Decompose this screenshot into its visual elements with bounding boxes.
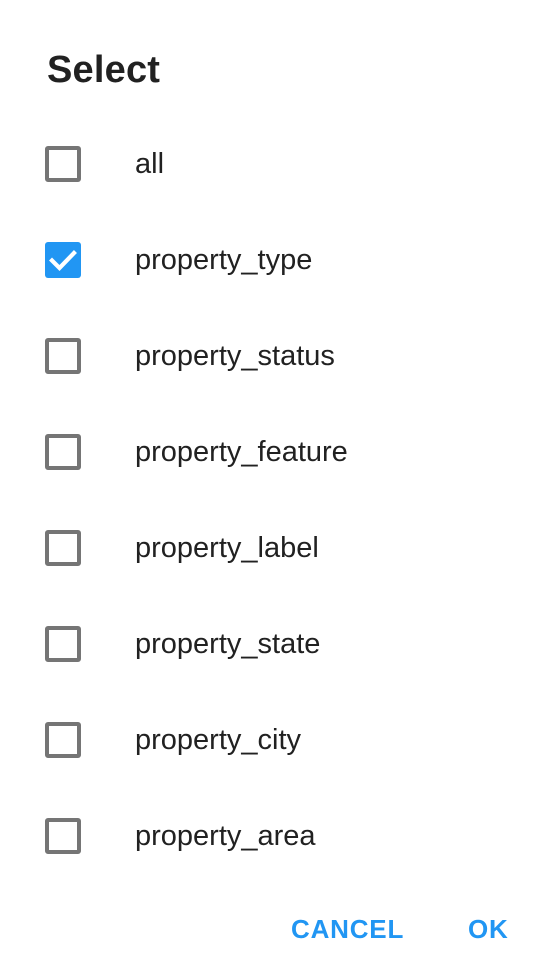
- option-item-property-label[interactable]: property_label: [0, 500, 557, 596]
- option-label: property_city: [135, 724, 302, 756]
- option-item-property-city[interactable]: property_city: [0, 692, 557, 788]
- dialog-actions: CANCEL OK: [0, 908, 557, 952]
- checkbox[interactable]: [45, 146, 81, 182]
- option-item-property-state[interactable]: property_state: [0, 596, 557, 692]
- ok-button[interactable]: OK: [468, 908, 509, 950]
- option-label: property_state: [135, 628, 321, 660]
- option-item-property-status[interactable]: property_status: [0, 308, 557, 404]
- select-dialog: Select all property_type property_status…: [0, 0, 557, 967]
- checkmark-icon: [49, 250, 77, 271]
- option-label: property_area: [135, 820, 316, 852]
- checkbox[interactable]: [45, 530, 81, 566]
- checkbox[interactable]: [45, 626, 81, 662]
- cancel-button[interactable]: CANCEL: [291, 908, 404, 950]
- option-label: property_status: [135, 340, 335, 372]
- checkbox[interactable]: [45, 818, 81, 854]
- checkbox[interactable]: [45, 434, 81, 470]
- option-label: all: [135, 148, 165, 180]
- checkbox[interactable]: [45, 242, 81, 278]
- option-label: property_feature: [135, 436, 348, 468]
- option-list: all property_type property_status proper…: [0, 116, 557, 884]
- checkbox[interactable]: [45, 722, 81, 758]
- option-item-property-feature[interactable]: property_feature: [0, 404, 557, 500]
- dialog-title: Select: [47, 49, 161, 91]
- option-label: property_type: [135, 244, 313, 276]
- option-item-property-area[interactable]: property_area: [0, 788, 557, 884]
- option-item-property-type[interactable]: property_type: [0, 212, 557, 308]
- checkbox[interactable]: [45, 338, 81, 374]
- option-item-all[interactable]: all: [0, 116, 557, 212]
- option-label: property_label: [135, 532, 319, 564]
